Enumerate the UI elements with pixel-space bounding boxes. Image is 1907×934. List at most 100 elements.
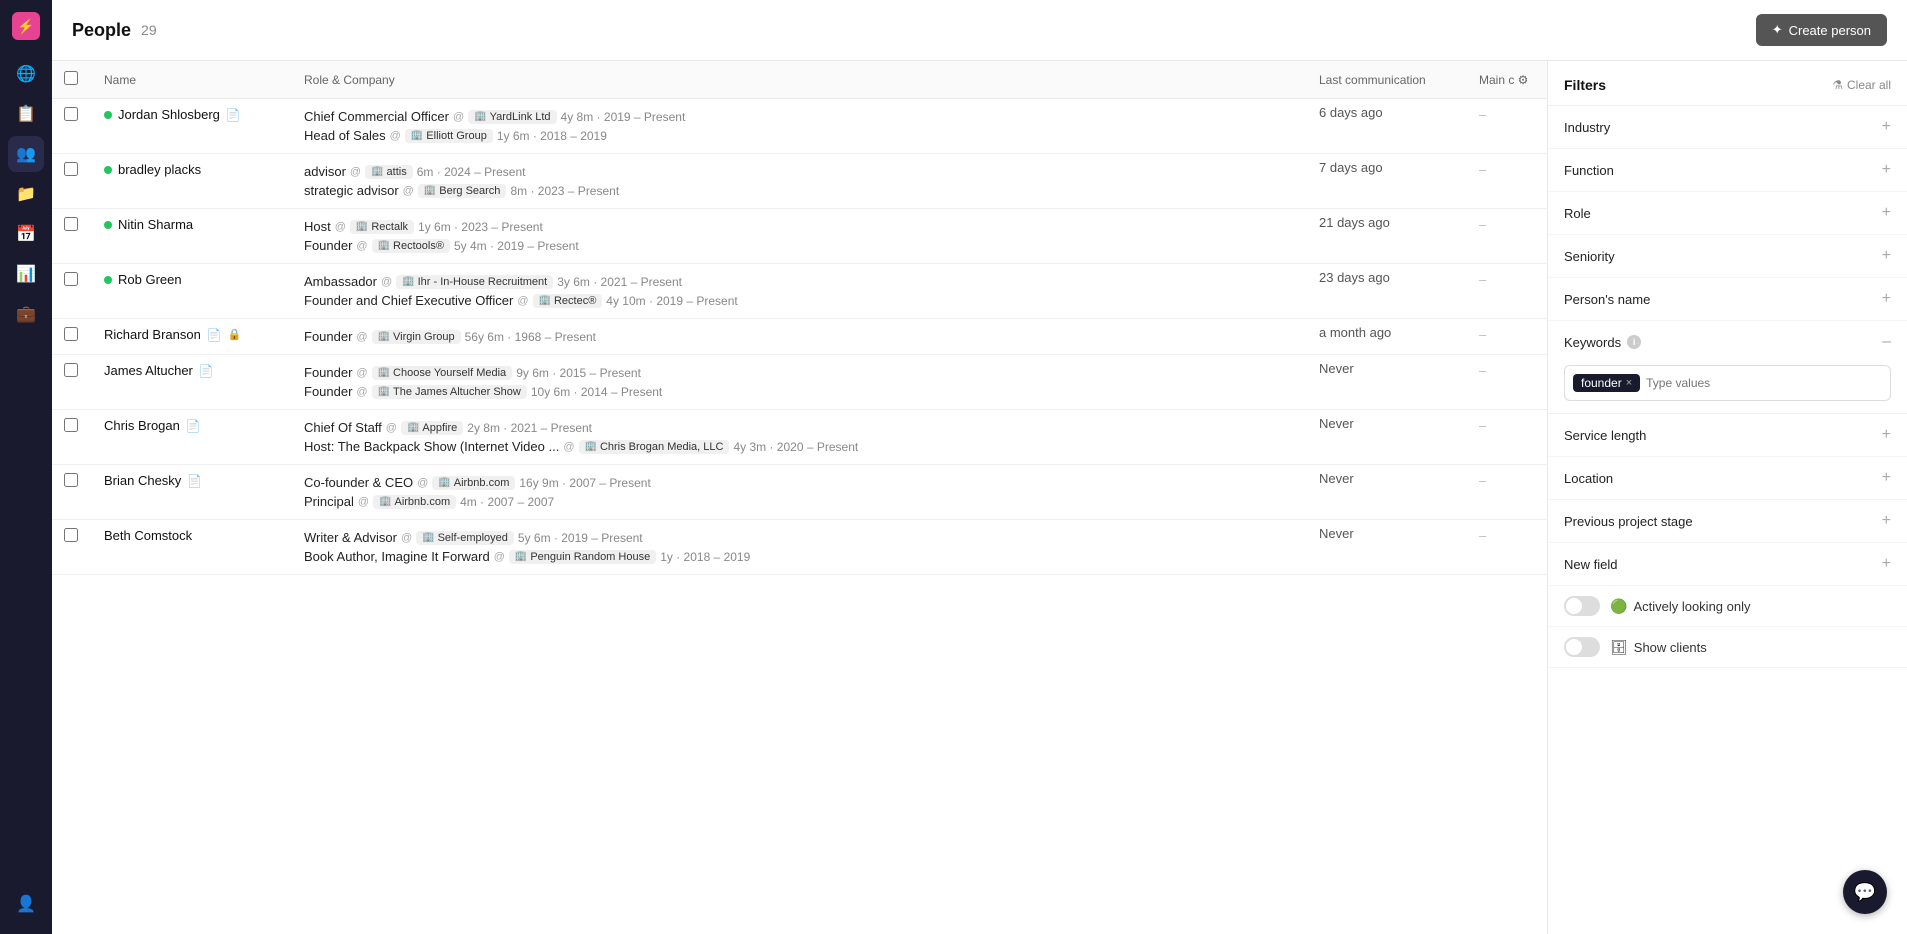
row-checkbox[interactable] <box>64 162 78 176</box>
company-chip[interactable]: 🏢 Airbnb.com <box>373 495 456 509</box>
row-checkbox-cell <box>52 209 92 264</box>
row-checkbox[interactable] <box>64 217 78 231</box>
doc-icon[interactable]: 📄 <box>207 328 222 342</box>
role-title: Host <box>304 219 331 234</box>
doc-icon[interactable]: 📄 <box>186 419 201 433</box>
active-indicator <box>104 166 112 174</box>
person-name-cell: Jordan Shlosberg📄 <box>92 99 292 154</box>
row-checkbox[interactable] <box>64 327 78 341</box>
filter-previous-project-stage[interactable]: Previous project stage + <box>1548 500 1907 543</box>
keyword-chip-text: founder <box>1581 376 1622 390</box>
role-line: Principal@🏢 Airbnb.com4m · 2007 – 2007 <box>304 492 1295 511</box>
filter-location-label: Location <box>1564 471 1613 486</box>
tenure-text: 16y 9m · 2007 – Present <box>519 476 650 490</box>
company-chip[interactable]: 🏢 Elliott Group <box>405 129 493 143</box>
company-chip[interactable]: 🏢 Chris Brogan Media, LLC <box>579 440 730 454</box>
filter-keywords-header[interactable]: Keywords i – <box>1548 321 1907 359</box>
sidebar-icon-clipboard[interactable]: 📋 <box>8 96 44 132</box>
sidebar-icon-people[interactable]: 👥 <box>8 136 44 172</box>
sidebar-icon-folder[interactable]: 📁 <box>8 176 44 212</box>
sidebar-icon-calendar[interactable]: 📅 <box>8 216 44 252</box>
filter-persons-name[interactable]: Person's name + <box>1548 278 1907 321</box>
company-chip[interactable]: 🏢 Virgin Group <box>372 330 461 344</box>
filter-service-length-plus: + <box>1882 426 1891 444</box>
filter-new-field[interactable]: New field + <box>1548 543 1907 586</box>
at-symbol: @ <box>417 477 428 489</box>
role-title: Co-founder & CEO <box>304 475 413 490</box>
doc-icon[interactable]: 📄 <box>226 108 241 122</box>
company-chip[interactable]: 🏢 Rectools® <box>372 239 450 253</box>
sidebar-icon-globe[interactable]: 🌐 <box>8 56 44 92</box>
filter-persons-name-plus: + <box>1882 290 1891 308</box>
keyword-chips-container[interactable]: founder × <box>1564 365 1891 401</box>
row-checkbox[interactable] <box>64 272 78 286</box>
filter-location[interactable]: Location + <box>1548 457 1907 500</box>
person-name-text: Brian Chesky <box>104 473 181 488</box>
role-title: Head of Sales <box>304 128 386 143</box>
toggle-actively-looking-switch[interactable] <box>1564 596 1600 616</box>
role-line: Writer & Advisor@🏢 Self-employed5y 6m · … <box>304 528 1295 547</box>
company-chip[interactable]: 🏢 The James Altucher Show <box>372 385 527 399</box>
row-checkbox[interactable] <box>64 418 78 432</box>
company-chip[interactable]: 🏢 Berg Search <box>418 184 507 198</box>
clear-all-button[interactable]: ⚗ Clear all <box>1832 78 1891 92</box>
company-chip[interactable]: 🏢 Ihr - In-House Recruitment <box>396 275 553 289</box>
tenure-text: 4y 3m · 2020 – Present <box>733 440 858 454</box>
role-title: Founder <box>304 238 352 253</box>
person-name[interactable]: Rob Green <box>104 272 280 287</box>
sidebar-icon-user[interactable]: 👤 <box>8 886 44 922</box>
tenure-text: 1y · 2018 – 2019 <box>660 550 750 564</box>
row-checkbox[interactable] <box>64 528 78 542</box>
person-name[interactable]: Brian Chesky 📄 <box>104 473 280 488</box>
keyword-chip-remove[interactable]: × <box>1626 377 1632 389</box>
chat-bubble[interactable]: 💬 <box>1843 870 1887 914</box>
sidebar-icon-briefcase[interactable]: 💼 <box>8 296 44 332</box>
company-chip[interactable]: 🏢 Airbnb.com <box>432 476 515 490</box>
doc-icon[interactable]: 📄 <box>187 474 202 488</box>
company-chip[interactable]: 🏢 Penguin Random House <box>509 550 656 564</box>
last-communication: Never <box>1307 520 1467 575</box>
keyword-type-input[interactable] <box>1646 376 1882 390</box>
sidebar-icon-chart[interactable]: 📊 <box>8 256 44 292</box>
app-logo[interactable]: ⚡ <box>12 12 40 40</box>
role-line: Chief Commercial Officer@🏢 YardLink Ltd4… <box>304 107 1295 126</box>
company-chip[interactable]: 🏢 Appfire <box>401 421 463 435</box>
filter-service-length[interactable]: Service length + <box>1548 414 1907 457</box>
row-checkbox[interactable] <box>64 107 78 121</box>
company-chip[interactable]: 🏢 Self-employed <box>416 531 514 545</box>
person-name[interactable]: Jordan Shlosberg📄 <box>104 107 280 122</box>
person-name-cell: bradley placks <box>92 154 292 209</box>
keywords-body: founder × <box>1548 359 1907 413</box>
person-name-cell: Richard Branson📄🔒 <box>92 319 292 355</box>
select-all-checkbox[interactable] <box>64 71 78 85</box>
company-chip[interactable]: 🏢 YardLink Ltd <box>468 110 556 124</box>
toggle-show-clients-switch[interactable] <box>1564 637 1600 657</box>
filter-function[interactable]: Function + <box>1548 149 1907 192</box>
person-name[interactable]: Nitin Sharma <box>104 217 280 232</box>
filter-function-plus: + <box>1882 161 1891 179</box>
filter-industry[interactable]: Industry + <box>1548 106 1907 149</box>
company-chip[interactable]: 🏢 Choose Yourself Media <box>372 366 513 380</box>
role-title: Founder <box>304 384 352 399</box>
filter-seniority[interactable]: Seniority + <box>1548 235 1907 278</box>
company-chip[interactable]: 🏢 Rectec® <box>533 294 603 308</box>
row-checkbox[interactable] <box>64 363 78 377</box>
person-name[interactable]: Chris Brogan📄 <box>104 418 280 433</box>
filter-icon: ⚗ <box>1832 78 1843 92</box>
row-checkbox-cell <box>52 465 92 520</box>
role-title: Ambassador <box>304 274 377 289</box>
doc-icon[interactable]: 📄 <box>199 364 214 378</box>
row-checkbox[interactable] <box>64 473 78 487</box>
filter-role[interactable]: Role + <box>1548 192 1907 235</box>
person-name[interactable]: Beth Comstock <box>104 528 280 543</box>
person-name[interactable]: Richard Branson📄🔒 <box>104 327 280 342</box>
person-role-cell: Ambassador@🏢 Ihr - In-House Recruitment3… <box>292 264 1307 319</box>
create-person-button[interactable]: ✦ Create person <box>1756 14 1887 46</box>
row-checkbox-cell <box>52 264 92 319</box>
person-name[interactable]: James Altucher📄 <box>104 363 280 378</box>
sidebar: ⚡ 🌐 📋 👥 📁 📅 📊 💼 👤 <box>0 0 52 934</box>
company-chip[interactable]: 🏢 Rectalk <box>350 220 414 234</box>
filters-header: Filters ⚗ Clear all <box>1548 61 1907 106</box>
person-name[interactable]: bradley placks <box>104 162 280 177</box>
company-chip[interactable]: 🏢 attis <box>365 165 413 179</box>
